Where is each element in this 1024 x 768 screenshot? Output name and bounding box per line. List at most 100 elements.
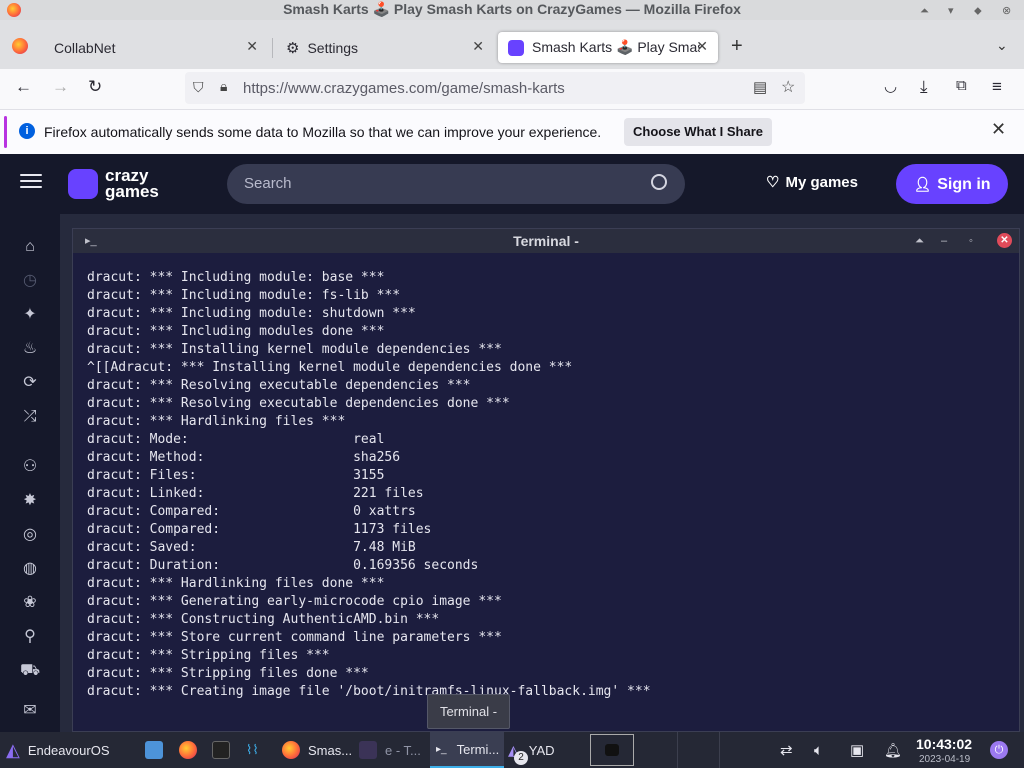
gear-icon: ⚙ <box>286 39 300 57</box>
taskbar-item-label: YAD <box>528 742 555 758</box>
close-icon[interactable]: ✕ <box>696 38 708 55</box>
taskbar-item-terminal[interactable]: ▸_ Termi... <box>430 732 504 768</box>
terminal-window[interactable]: ▸_ Terminal - ⏶ – ◦ ✕ dracut: *** Includ… <box>72 228 1020 732</box>
pager-desktop-1[interactable] <box>590 734 634 766</box>
terminal-line: dracut: *** Store current command line p… <box>87 630 502 645</box>
terminal-line: dracut: *** Installing kernel module dep… <box>87 342 502 357</box>
lock-icon[interactable]: 🔒︎ <box>220 78 227 95</box>
terminal-line: dracut: Compared: 1173 files <box>87 522 432 537</box>
reader-view-icon[interactable]: ▤ <box>753 78 767 96</box>
shade-icon[interactable]: ⏶ <box>920 2 929 20</box>
terminal-line: dracut: Files: 3155 <box>87 468 385 483</box>
tab-collabnet[interactable]: CollabNet ✕ <box>44 32 268 63</box>
start-label: EndeavourOS <box>27 742 110 758</box>
notification-bar: i Firefox automatically sends some data … <box>0 109 1024 154</box>
compass-icon[interactable]: ◎ <box>20 525 40 545</box>
flower-icon[interactable]: ❀ <box>20 593 40 613</box>
refresh-icon[interactable]: ⟳ <box>20 373 40 393</box>
minimize-icon[interactable]: – <box>941 229 947 253</box>
bicycle-icon[interactable]: ⚲ <box>20 627 40 647</box>
bookmark-star-icon[interactable]: ☆ <box>781 77 795 97</box>
menu-icon[interactable]: ≡ <box>992 77 1002 97</box>
my-games-link[interactable]: ♡ My games <box>766 173 858 191</box>
terminal-output[interactable]: dracut: *** Including module: base *** dr… <box>87 269 1007 719</box>
shield-icon[interactable]: ⛉ <box>193 79 204 96</box>
search-input[interactable]: Search <box>227 164 685 204</box>
taskbar-item-label: e - T... <box>385 742 421 758</box>
sparkle-icon[interactable]: ✦ <box>20 305 40 325</box>
terminal-line: dracut: *** Including module: fs-lib *** <box>87 288 401 303</box>
forward-icon[interactable]: → <box>52 77 69 97</box>
mail-icon[interactable]: ✉ <box>20 701 40 721</box>
reload-icon[interactable]: ↻ <box>88 77 102 97</box>
pager-desktop-4[interactable] <box>722 732 768 768</box>
flame-icon[interactable]: ♨ <box>20 339 40 359</box>
search-icon[interactable] <box>651 174 667 190</box>
notifications-icon[interactable]: 🔔︎ <box>884 732 902 768</box>
sign-in-label: Sign in <box>937 176 991 193</box>
basketball-icon[interactable]: ◍ <box>20 559 40 579</box>
sign-in-button[interactable]: 👤︎ Sign in <box>896 164 1008 204</box>
taskbar-file-manager[interactable] <box>145 732 163 768</box>
terminal-line: dracut: Compared: 0 xattrs <box>87 504 416 519</box>
firefox-icon <box>7 3 21 17</box>
list-tabs-icon[interactable]: ⌄ <box>996 37 1008 54</box>
network-icon[interactable]: ⇄ <box>780 732 793 768</box>
taskbar-firefox[interactable] <box>179 732 197 768</box>
volume-icon[interactable]: 🔈︎ <box>814 732 823 768</box>
crazygames-favicon-icon <box>508 39 524 56</box>
terminal-line: dracut: Mode: real <box>87 432 385 447</box>
minimize-icon[interactable]: ▾ <box>948 2 954 20</box>
endeavouros-icon: ◭ <box>6 739 20 760</box>
shade-icon[interactable]: ⏶ <box>915 229 924 253</box>
taskbar-monitor[interactable]: ⌇⌇ <box>246 732 259 768</box>
tab-divider <box>272 38 273 58</box>
tab-settings[interactable]: ⚙ Settings ✕ <box>276 32 494 63</box>
pager-desktop-2[interactable] <box>638 732 678 768</box>
shuffle-icon[interactable]: ⤮ <box>20 407 40 427</box>
terminal-line: dracut: *** Hardlinking files done *** <box>87 576 385 591</box>
firefox-view-icon[interactable] <box>12 38 28 54</box>
taskbar-session-button[interactable]: ⏻ <box>990 732 1008 768</box>
terminal-line: dracut: Saved: 7.48 MiB <box>87 540 416 555</box>
users-icon[interactable]: ⚇ <box>20 457 40 477</box>
terminal-line: dracut: *** Resolving executable depende… <box>87 378 471 393</box>
taskbar-item-firefox[interactable]: Smas... <box>282 732 354 768</box>
crazygames-logo[interactable]: crazy games <box>68 167 159 200</box>
download-icon[interactable]: ⤓ <box>920 77 928 97</box>
maximize-icon[interactable]: ◦ <box>969 229 973 253</box>
url-text[interactable]: https://www.crazygames.com/game/smash-ka… <box>243 80 565 97</box>
home-icon[interactable]: ⌂ <box>20 237 40 257</box>
taskbar-terminal-launcher[interactable] <box>212 732 230 768</box>
start-menu-button[interactable]: ◭ EndeavourOS <box>6 732 110 768</box>
clock-icon[interactable]: ◷ <box>20 271 40 291</box>
taskbar-item-yad[interactable]: ◭ YAD 2 <box>508 732 578 768</box>
close-window-icon[interactable]: ⊗ <box>1002 2 1011 20</box>
back-icon[interactable]: ← <box>15 77 32 97</box>
close-icon[interactable]: ✕ <box>246 38 258 55</box>
clock-date[interactable]: 2023-04-19 <box>919 754 970 765</box>
url-bar[interactable]: ⛉ 🔒︎ https://www.crazygames.com/game/sma… <box>185 72 805 104</box>
close-icon[interactable]: ✕ <box>991 119 1006 140</box>
terminal-app-icon[interactable]: ▸_ <box>85 229 97 253</box>
terminal-line: dracut: Method: sha256 <box>87 450 401 465</box>
pocket-icon[interactable]: ◡ <box>884 77 897 95</box>
clipboard-icon[interactable]: ▣ <box>850 732 864 768</box>
my-games-label: My games <box>785 174 858 191</box>
clock-time[interactable]: 10:43:02 <box>916 736 972 752</box>
extensions-icon[interactable]: ⧉ <box>956 77 967 94</box>
taskbar-item-editor[interactable]: e - T... <box>359 732 425 768</box>
choose-what-i-share-button[interactable]: Choose What I Share <box>624 118 772 146</box>
explosion-icon[interactable]: ✸ <box>20 491 40 511</box>
close-icon[interactable]: ✕ <box>472 38 484 55</box>
terminal-titlebar[interactable]: ▸_ Terminal - ⏶ – ◦ ✕ <box>73 229 1019 253</box>
close-icon[interactable]: ✕ <box>997 233 1012 248</box>
maximize-icon[interactable]: ⬥ <box>974 2 982 20</box>
tab-smash-karts[interactable]: Smash Karts 🕹️ Play Smash ✕ <box>498 32 718 63</box>
car-icon[interactable]: ⛟ <box>20 661 40 681</box>
new-tab-icon[interactable]: + <box>731 35 743 58</box>
tab-bar: CollabNet ✕ ⚙ Settings ✕ Smash Karts 🕹️ … <box>0 20 1024 69</box>
hamburger-menu-icon[interactable] <box>20 170 42 192</box>
terminal-line: ^[[Adracut: *** Installing kernel module… <box>87 360 573 375</box>
pager-desktop-3[interactable] <box>680 732 720 768</box>
